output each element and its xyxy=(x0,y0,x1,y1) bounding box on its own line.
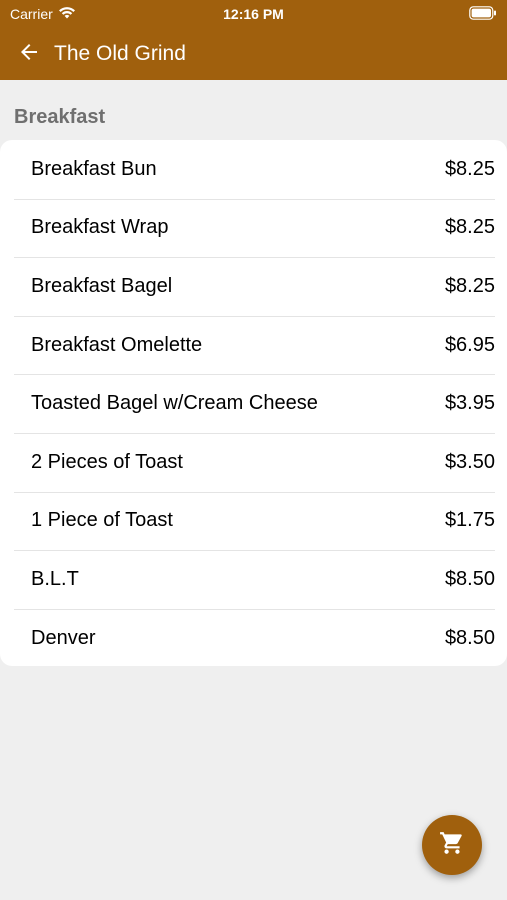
menu-item[interactable]: Denver $8.50 xyxy=(0,608,507,668)
menu-item[interactable]: Breakfast Bun $8.25 xyxy=(0,140,507,199)
arrow-left-icon xyxy=(17,40,41,69)
menu-item-price: $6.95 xyxy=(444,333,495,356)
menu-item-name: Breakfast Omelette xyxy=(31,333,203,356)
menu-item-price: $8.25 xyxy=(444,274,495,297)
cart-button[interactable] xyxy=(422,815,482,875)
menu-list: Breakfast Bun $8.25 Breakfast Wrap $8.25… xyxy=(0,140,507,666)
menu-item[interactable]: Toasted Bagel w/Cream Cheese $3.95 xyxy=(0,374,507,433)
menu-item[interactable]: Breakfast Omelette $6.95 xyxy=(0,315,507,375)
menu-item-name: Denver xyxy=(31,626,96,649)
page-title: The Old Grind xyxy=(54,42,186,65)
menu-item-price: $1.75 xyxy=(444,509,495,532)
cart-icon xyxy=(439,830,465,861)
menu-item-price: $3.95 xyxy=(444,392,495,415)
menu-item-price: $8.25 xyxy=(444,157,495,180)
menu-item-name: B.L.T xyxy=(31,567,79,590)
menu-item[interactable]: Breakfast Bagel $8.25 xyxy=(0,257,507,316)
battery-icon xyxy=(469,6,497,23)
menu-item-price: $8.50 xyxy=(444,626,495,649)
status-bar: Carrier 12:16 PM xyxy=(0,0,507,28)
menu-item-price: $8.50 xyxy=(444,567,495,590)
back-button[interactable] xyxy=(12,37,46,71)
section-title: Breakfast xyxy=(14,106,106,128)
navigation-bar: The Old Grind xyxy=(0,28,507,80)
menu-item-name: 1 Piece of Toast xyxy=(31,509,173,532)
menu-item[interactable]: 2 Pieces of Toast $3.50 xyxy=(0,432,507,492)
menu-item-name: 2 Pieces of Toast xyxy=(31,450,183,473)
menu-item[interactable]: Breakfast Wrap $8.25 xyxy=(0,198,507,258)
menu-item-price: $3.50 xyxy=(444,450,495,473)
menu-item[interactable]: 1 Piece of Toast $1.75 xyxy=(0,491,507,551)
menu-item-name: Breakfast Bun xyxy=(31,157,157,180)
menu-item[interactable]: B.L.T $8.50 xyxy=(0,550,507,609)
menu-item-name: Breakfast Bagel xyxy=(31,274,173,297)
menu-item-name: Breakfast Wrap xyxy=(31,216,169,239)
menu-item-name: Toasted Bagel w/Cream Cheese xyxy=(31,392,318,415)
status-time: 12:16 PM xyxy=(223,6,284,22)
menu-item-price: $8.25 xyxy=(444,216,495,239)
app-bar: Carrier 12:16 PM The Old Grind xyxy=(0,0,507,80)
